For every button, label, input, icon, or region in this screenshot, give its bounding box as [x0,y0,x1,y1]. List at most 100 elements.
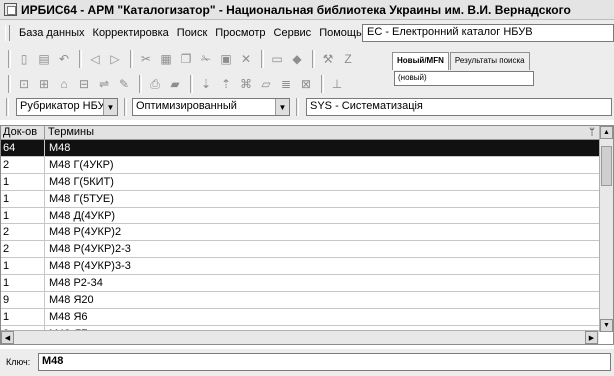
table-row[interactable]: 1 М48 Г(5ТУЕ) [1,190,599,208]
grid-rows: 64 М48 2 М48 Г(4УКР) 1 М48 Г(5КИТ) 1 М48 Г(5ТУЕ… [1,140,599,343]
menu-service[interactable]: Сервис [270,27,316,39]
term-cell: М48 Г(5КИТ) [49,175,114,188]
chevron-down-icon[interactable]: ▼ [275,99,289,115]
table-row[interactable]: 2 М48 Р(4УКР)2-3 [1,241,599,259]
toolbar-separator [312,50,315,68]
database-select[interactable]: EC - Електронний каталог НБУВ [362,24,614,42]
term-cell: М48 Р(4УКР)3-3 [49,260,131,273]
term-cell: М48 Г(5ТУЕ) [49,192,114,205]
scroll-left-icon[interactable]: ◀ [1,331,14,344]
table-row[interactable]: 2 М48 Г(4УКР) [1,156,599,174]
menu-database[interactable]: База данных [15,27,89,39]
chevron-down-icon[interactable]: ▼ [103,99,117,115]
doc-count-cell: 64 [1,140,45,156]
folder-icon[interactable]: ▱ [257,75,275,93]
filter-icon[interactable]: ⌂ [55,75,73,93]
pencil-icon[interactable]: ✎ [115,75,133,93]
doc-count-cell: 1 [1,258,45,275]
save-icon[interactable]: ▤ [35,50,53,68]
menu-grip[interactable] [5,25,10,41]
import-icon[interactable]: ⇣ [197,75,215,93]
term-cell: М48 Д(4УКР) [49,209,116,222]
rubricator-value: Рубрикатор НБУЕ [20,100,112,112]
letter-z-icon[interactable]: Z [339,50,357,68]
toolbar-separator [321,75,324,93]
toolbar-separator [130,50,133,68]
undo-icon[interactable]: ↶ [55,50,73,68]
vertical-scrollbar[interactable]: ▲ ▼ [599,126,613,332]
toolbar-grip [8,75,11,93]
pin-icon[interactable]: ᛘ [589,126,595,139]
export-icon[interactable]: ⇡ [217,75,235,93]
stamp-icon[interactable]: ◆ [288,50,306,68]
key-label: Ключ: [6,357,31,367]
term-cell: М48 Я6 [49,310,88,323]
doc-count-cell: 1 [1,308,45,325]
doc-count-cell: 2 [1,156,45,173]
table-row[interactable]: 1 М48 Р2-34 [1,275,599,293]
find-replace-icon[interactable]: ⊟ [75,75,93,93]
tab-search-results[interactable]: Результаты поиска [449,52,530,70]
scroll-thumb[interactable] [601,146,612,186]
search-mode-select[interactable]: Оптимизированный ▼ [132,98,290,116]
table-row[interactable]: 2 М48 Р(4УКР)2 [1,224,599,242]
pin-icon[interactable]: ⊥ [328,75,346,93]
arrow-right-icon[interactable]: ▷ [106,50,124,68]
search-settings-bar: Рубрикатор НБУЕ ▼ Оптимизированный ▼ SYS… [4,98,612,118]
doc-count-cell: 1 [1,275,45,292]
book-icon[interactable]: ▰ [166,75,184,93]
copy-icon[interactable]: ❐ [177,50,195,68]
toolbar-row-2: ⊡ ⊞ ⌂ ⊟ ⇌ ✎ ⎙ ▰ ⇣ ⇡ ⌘ ▱ ≣ ⊠ ⊥ [4,73,348,95]
key-input[interactable]: М48 [38,353,611,371]
search-prefix-field[interactable]: SYS - Систематизація [306,98,612,116]
search-mode-value: Оптимизированный [136,100,237,112]
toolbar-grip [6,98,9,116]
menu-view[interactable]: Просмотр [211,27,269,39]
table-row[interactable]: 9 М48 Я20 [1,292,599,309]
tab-new-mfn[interactable]: Новый/MFN [392,52,449,70]
tree-icon[interactable]: ⌘ [237,75,255,93]
cut-icon[interactable]: ✁ [197,50,215,68]
arrow-left-icon[interactable]: ◁ [86,50,104,68]
rubricator-select[interactable]: Рубрикатор НБУЕ ▼ [16,98,118,116]
delete-icon[interactable]: ✕ [237,50,255,68]
print-preview-icon[interactable]: ▭ [268,50,286,68]
paste-icon[interactable]: ▣ [217,50,235,68]
link-icon[interactable]: ⇌ [95,75,113,93]
doc-count-cell: 9 [1,292,45,308]
table-row[interactable]: 1 М48 Д(4УКР) [1,207,599,225]
horizontal-scrollbar[interactable]: ◀ ▶ [1,330,599,344]
toolbar-separator [139,75,142,93]
doc-count-cell: 1 [1,190,45,207]
title-bar: ИРБИС64 - АРМ "Каталогизатор" - Национал… [0,0,614,20]
excel-icon[interactable]: ⊠ [297,75,315,93]
scroll-down-icon[interactable]: ▼ [600,319,613,332]
new-record-field[interactable]: (новый) [394,71,534,86]
wrench-icon[interactable]: ⚒ [319,50,337,68]
menu-help[interactable]: Помощь [315,27,366,39]
doc-count-cell: 1 [1,207,45,224]
menu-edit[interactable]: Корректировка [89,27,173,39]
column-header-docs[interactable]: Док-ов [1,126,45,139]
record-tabs: Новый/MFN Результаты поиска [392,52,531,70]
new-document-icon[interactable]: ▯ [15,50,33,68]
search-doc-2-icon[interactable]: ⊞ [35,75,53,93]
menu-bar: База данных Корректировка Поиск Просмотр… [0,22,366,44]
column-header-terms[interactable]: Термины ᛘ [45,126,599,139]
grid-icon[interactable]: ▦ [157,50,175,68]
report-icon[interactable]: ≣ [277,75,295,93]
table-row[interactable]: 1 М48 Г(5КИТ) [1,173,599,191]
menu-search[interactable]: Поиск [173,27,211,39]
term-cell: М48 [49,141,71,154]
scroll-right-icon[interactable]: ▶ [585,331,598,344]
doc-count-cell: 2 [1,224,45,241]
scroll-up-icon[interactable]: ▲ [600,126,613,139]
table-row[interactable]: 1 М48 Я6 [1,308,599,326]
toolbar-area: База данных Корректировка Поиск Просмотр… [0,20,614,120]
print-icon[interactable]: ⎙ [146,75,164,93]
scissors-icon[interactable]: ✂ [137,50,155,68]
toolbar-separator [79,50,82,68]
table-row[interactable]: 1 М48 Р(4УКР)3-3 [1,258,599,276]
table-row[interactable]: 64 М48 [1,140,599,157]
search-doc-icon[interactable]: ⊡ [15,75,33,93]
